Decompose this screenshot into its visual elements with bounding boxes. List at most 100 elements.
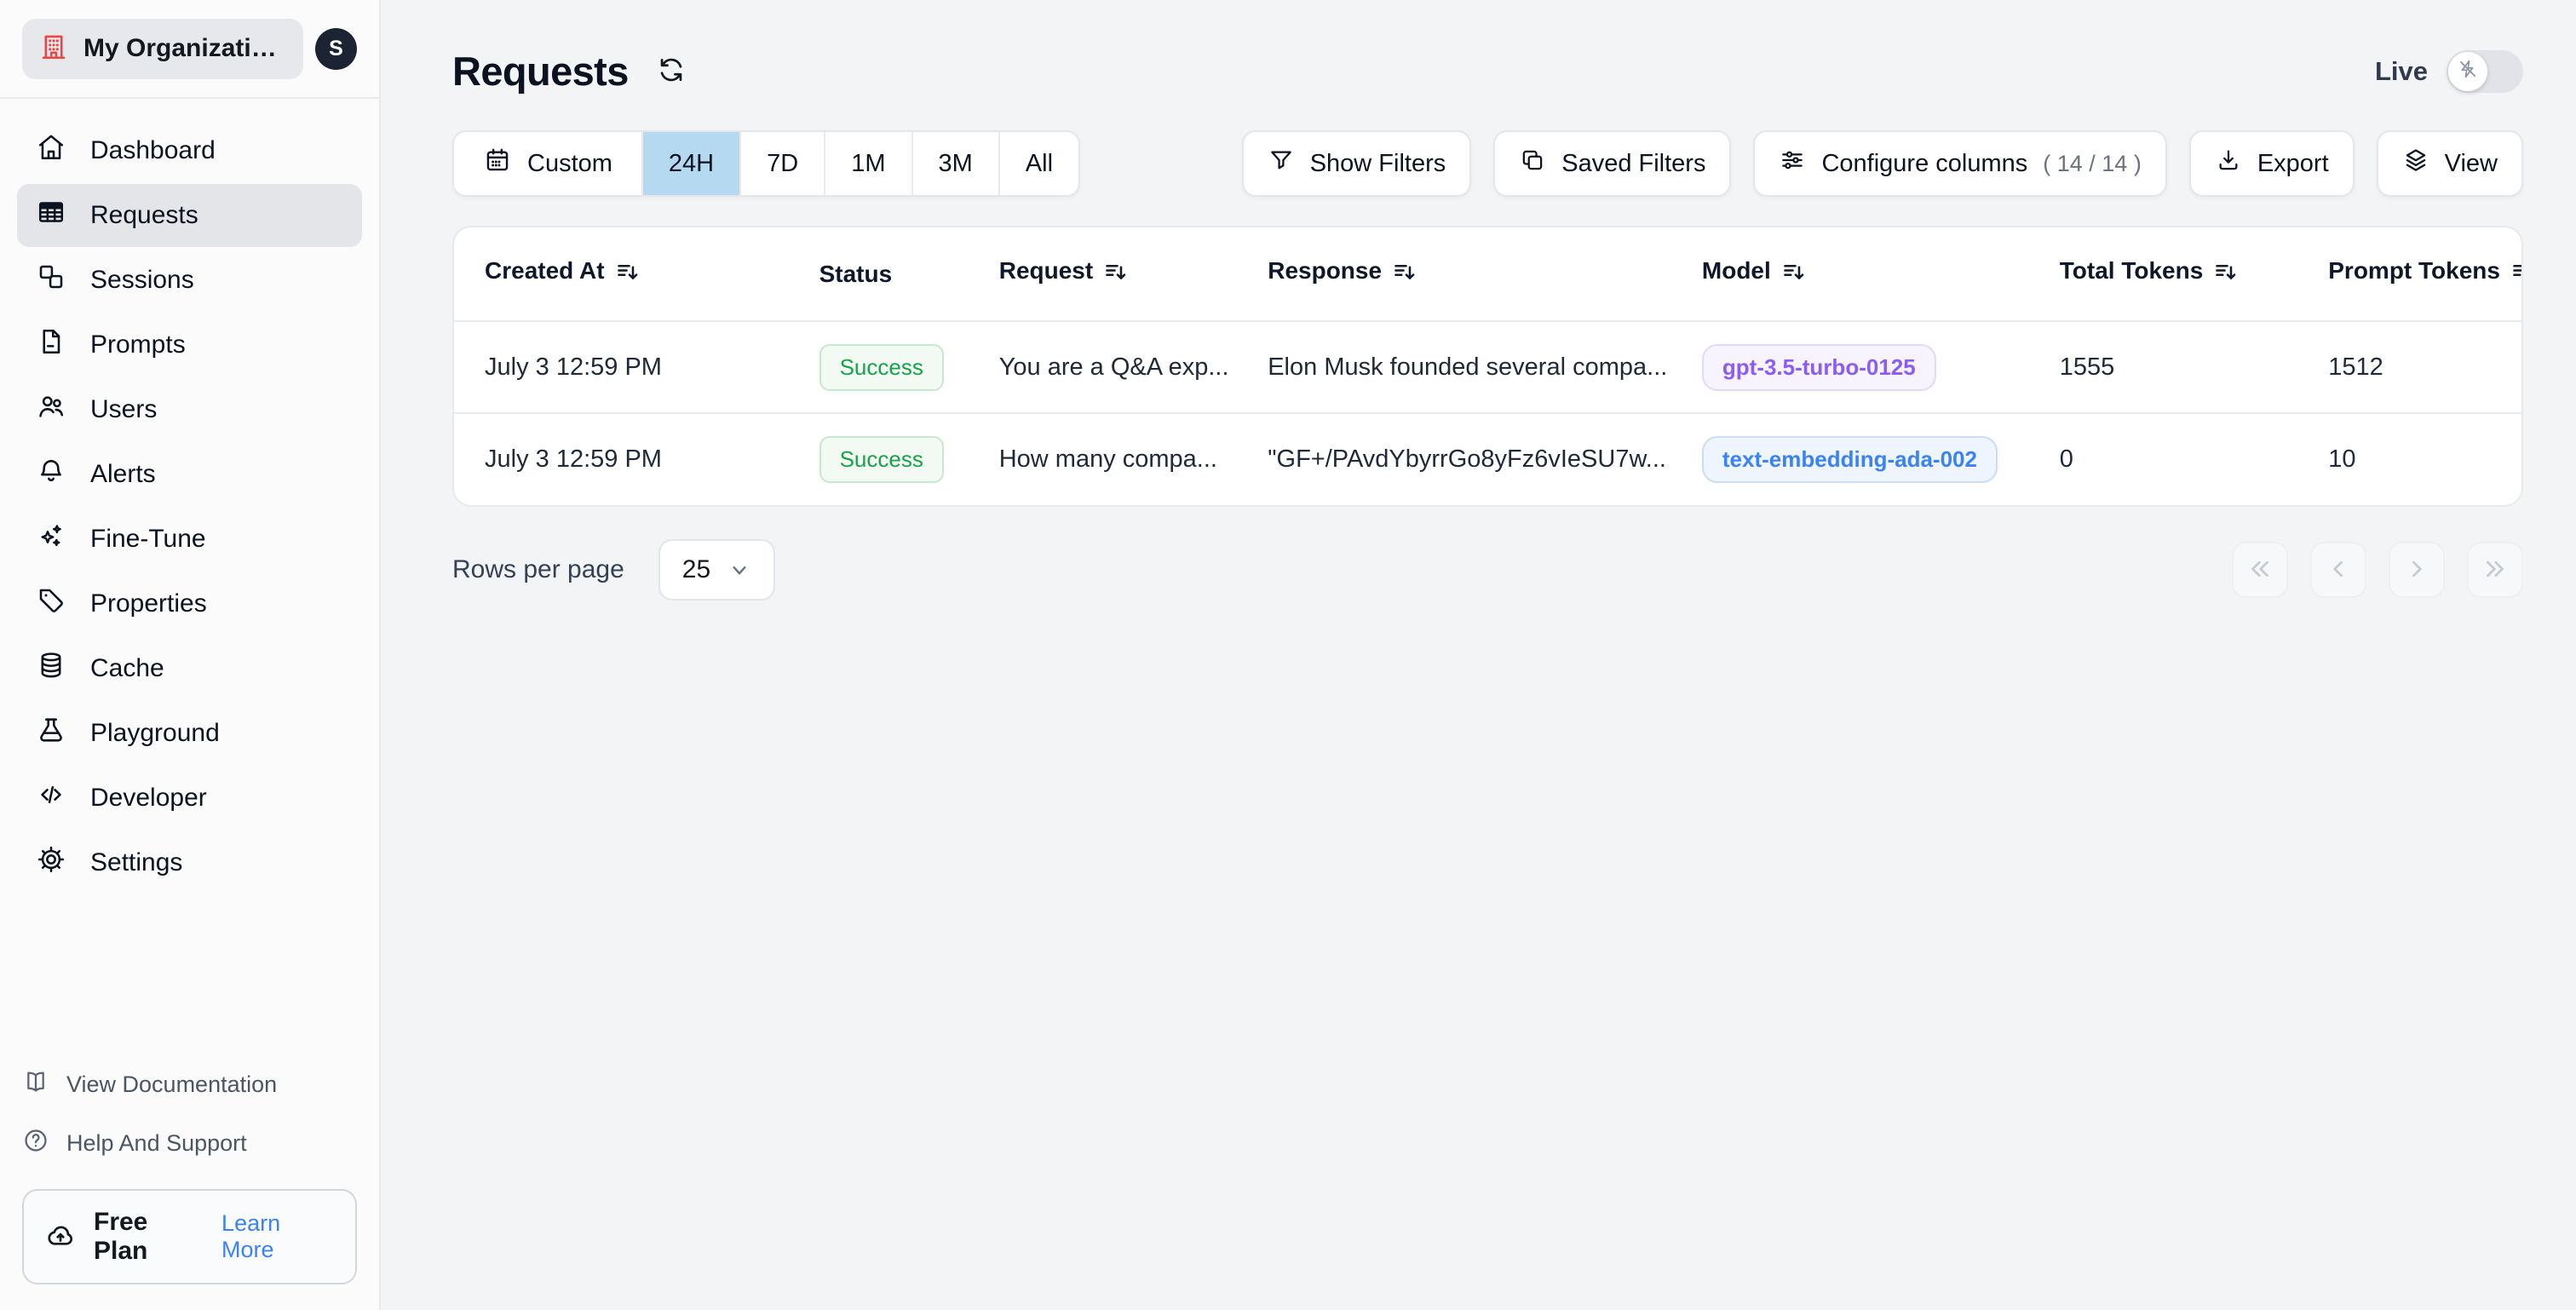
learn-more-link[interactable]: Learn More	[221, 1210, 335, 1263]
sidebar-item-label: Alerts	[90, 460, 156, 488]
configure-columns-button[interactable]: Configure columns ( 14 / 14 )	[1753, 130, 2167, 197]
funnel-icon	[1268, 147, 1295, 181]
cell-response: "GF+/PAvdYbyrrGo8yFz6vIeSU7w...	[1254, 412, 1688, 505]
column-header-created-at[interactable]: Created At	[454, 227, 806, 321]
chevrons-left-icon	[2245, 554, 2274, 586]
pagination-bar: Rows per page 25	[452, 539, 2523, 600]
cell-created-at: July 3 12:59 PM	[454, 320, 806, 413]
last-page-button[interactable]	[2467, 542, 2523, 598]
status-badge: Success	[819, 343, 944, 391]
table-row[interactable]: July 3 12:59 PM Success How many compa..…	[454, 412, 2521, 505]
time-range-all[interactable]: All	[998, 132, 1079, 195]
cell-prompt-tokens: 10	[2314, 412, 2521, 505]
calendar-icon	[483, 146, 512, 181]
live-label: Live	[2374, 55, 2428, 86]
chevrons-right-icon	[2481, 554, 2510, 586]
sessions-icon	[36, 261, 66, 299]
time-range-custom[interactable]: Custom	[454, 132, 641, 195]
footer-link-label: View Documentation	[66, 1072, 278, 1097]
show-filters-button[interactable]: Show Filters	[1241, 130, 1472, 197]
sort-icon	[1781, 259, 1807, 290]
table-icon	[36, 197, 66, 234]
sidebar-item-properties[interactable]: Properties	[17, 572, 362, 635]
download-icon	[2215, 147, 2242, 181]
live-toggle[interactable]	[2447, 49, 2523, 93]
building-icon	[39, 32, 68, 66]
avatar[interactable]: S	[315, 27, 357, 70]
sort-icon	[1103, 259, 1129, 290]
sidebar-item-playground[interactable]: Playground	[17, 702, 362, 765]
sidebar-item-label: Developer	[90, 784, 207, 812]
live-toggle-group: Live	[2374, 49, 2523, 93]
column-header-status[interactable]: Status	[806, 227, 986, 321]
sidebar-item-settings[interactable]: Settings	[17, 831, 362, 894]
book-open-icon	[22, 1068, 49, 1101]
time-range-1m[interactable]: 1M	[824, 132, 911, 195]
status-badge: Success	[819, 436, 944, 483]
sort-icon	[1392, 259, 1417, 290]
chevron-down-icon	[727, 558, 751, 582]
toolbar-actions: Show Filters Saved Filters Configure col…	[1241, 130, 2523, 197]
cell-total-tokens: 1555	[2045, 320, 2315, 413]
help-and-support-link[interactable]: Help And Support	[22, 1127, 357, 1160]
sidebar-item-users[interactable]: Users	[17, 378, 362, 441]
table-header-row: Created At Status Request Response Model…	[454, 227, 2521, 321]
flask-icon	[36, 715, 66, 752]
app-window: My Organizatio... S Dashboard Requests S…	[0, 0, 2576, 1310]
table-row[interactable]: July 3 12:59 PM Success You are a Q&A ex…	[454, 320, 2521, 413]
prev-page-button[interactable]	[2310, 542, 2366, 598]
sidebar-footer: View Documentation Help And Support Free…	[0, 1043, 379, 1310]
sidebar-item-alerts[interactable]: Alerts	[17, 443, 362, 506]
footer-link-label: Help And Support	[66, 1130, 247, 1156]
sidebar-item-developer[interactable]: Developer	[17, 767, 362, 830]
window-shadow	[636, 1225, 2576, 1310]
cell-request: How many compa...	[985, 412, 1255, 505]
sidebar-item-prompts[interactable]: Prompts	[17, 313, 362, 376]
refresh-button[interactable]	[656, 55, 687, 88]
cell-created-at: July 3 12:59 PM	[454, 412, 806, 505]
cell-prompt-tokens: 1512	[2314, 320, 2521, 413]
org-name: My Organizatio...	[83, 34, 283, 62]
bell-icon	[36, 456, 66, 493]
sidebar-item-fine-tune[interactable]: Fine-Tune	[17, 508, 362, 571]
requests-table-card: Created At Status Request Response Model…	[452, 226, 2523, 507]
saved-filters-button[interactable]: Saved Filters	[1493, 130, 1732, 197]
org-switcher[interactable]: My Organizatio...	[22, 18, 303, 79]
sidebar-item-label: Prompts	[90, 330, 186, 359]
gear-icon	[36, 844, 66, 882]
time-range-7d[interactable]: 7D	[739, 132, 825, 195]
cloud-upload-icon	[44, 1219, 77, 1255]
time-range-24h[interactable]: 24H	[641, 132, 740, 195]
column-header-total-tokens[interactable]: Total Tokens	[2046, 227, 2315, 321]
sidebar-item-cache[interactable]: Cache	[17, 637, 362, 700]
column-header-model[interactable]: Model	[1688, 227, 2046, 321]
sidebar-item-label: Cache	[90, 654, 164, 682]
plan-card[interactable]: Free Plan Learn More	[22, 1189, 357, 1284]
rows-per-page-select[interactable]: 25	[658, 539, 776, 600]
sidebar-item-label: Sessions	[90, 266, 194, 294]
main-content: Requests Live Custom 24H 7D 1M 3M All Sh…	[381, 0, 2576, 1310]
sparkles-icon	[36, 520, 66, 558]
first-page-button[interactable]	[2232, 542, 2288, 598]
sidebar-item-requests[interactable]: Requests	[17, 184, 362, 247]
live-toggle-knob	[2448, 51, 2487, 91]
time-range-3m[interactable]: 3M	[911, 132, 998, 195]
sidebar-item-sessions[interactable]: Sessions	[17, 249, 362, 312]
column-header-response[interactable]: Response	[1254, 227, 1688, 321]
sidebar-item-label: Dashboard	[90, 136, 216, 164]
export-button[interactable]: Export	[2188, 130, 2355, 197]
cell-model: gpt-3.5-turbo-0125	[1688, 320, 2046, 413]
view-documentation-link[interactable]: View Documentation	[22, 1068, 357, 1101]
sidebar-item-dashboard[interactable]: Dashboard	[17, 119, 362, 182]
view-button[interactable]: View	[2376, 130, 2523, 197]
cell-status: Success	[805, 412, 986, 505]
cell-model: text-embedding-ada-002	[1688, 412, 2046, 505]
sidebar-menu: Dashboard Requests Sessions Prompts User…	[0, 99, 379, 894]
column-header-prompt-tokens[interactable]: Prompt Tokens	[2314, 227, 2521, 321]
chevron-right-icon	[2402, 554, 2431, 586]
cell-response: Elon Musk founded several compa...	[1254, 320, 1688, 413]
next-page-button[interactable]	[2389, 542, 2445, 598]
cell-total-tokens: 0	[2045, 412, 2315, 505]
column-header-request[interactable]: Request	[986, 227, 1255, 321]
sort-icon	[2510, 259, 2521, 290]
